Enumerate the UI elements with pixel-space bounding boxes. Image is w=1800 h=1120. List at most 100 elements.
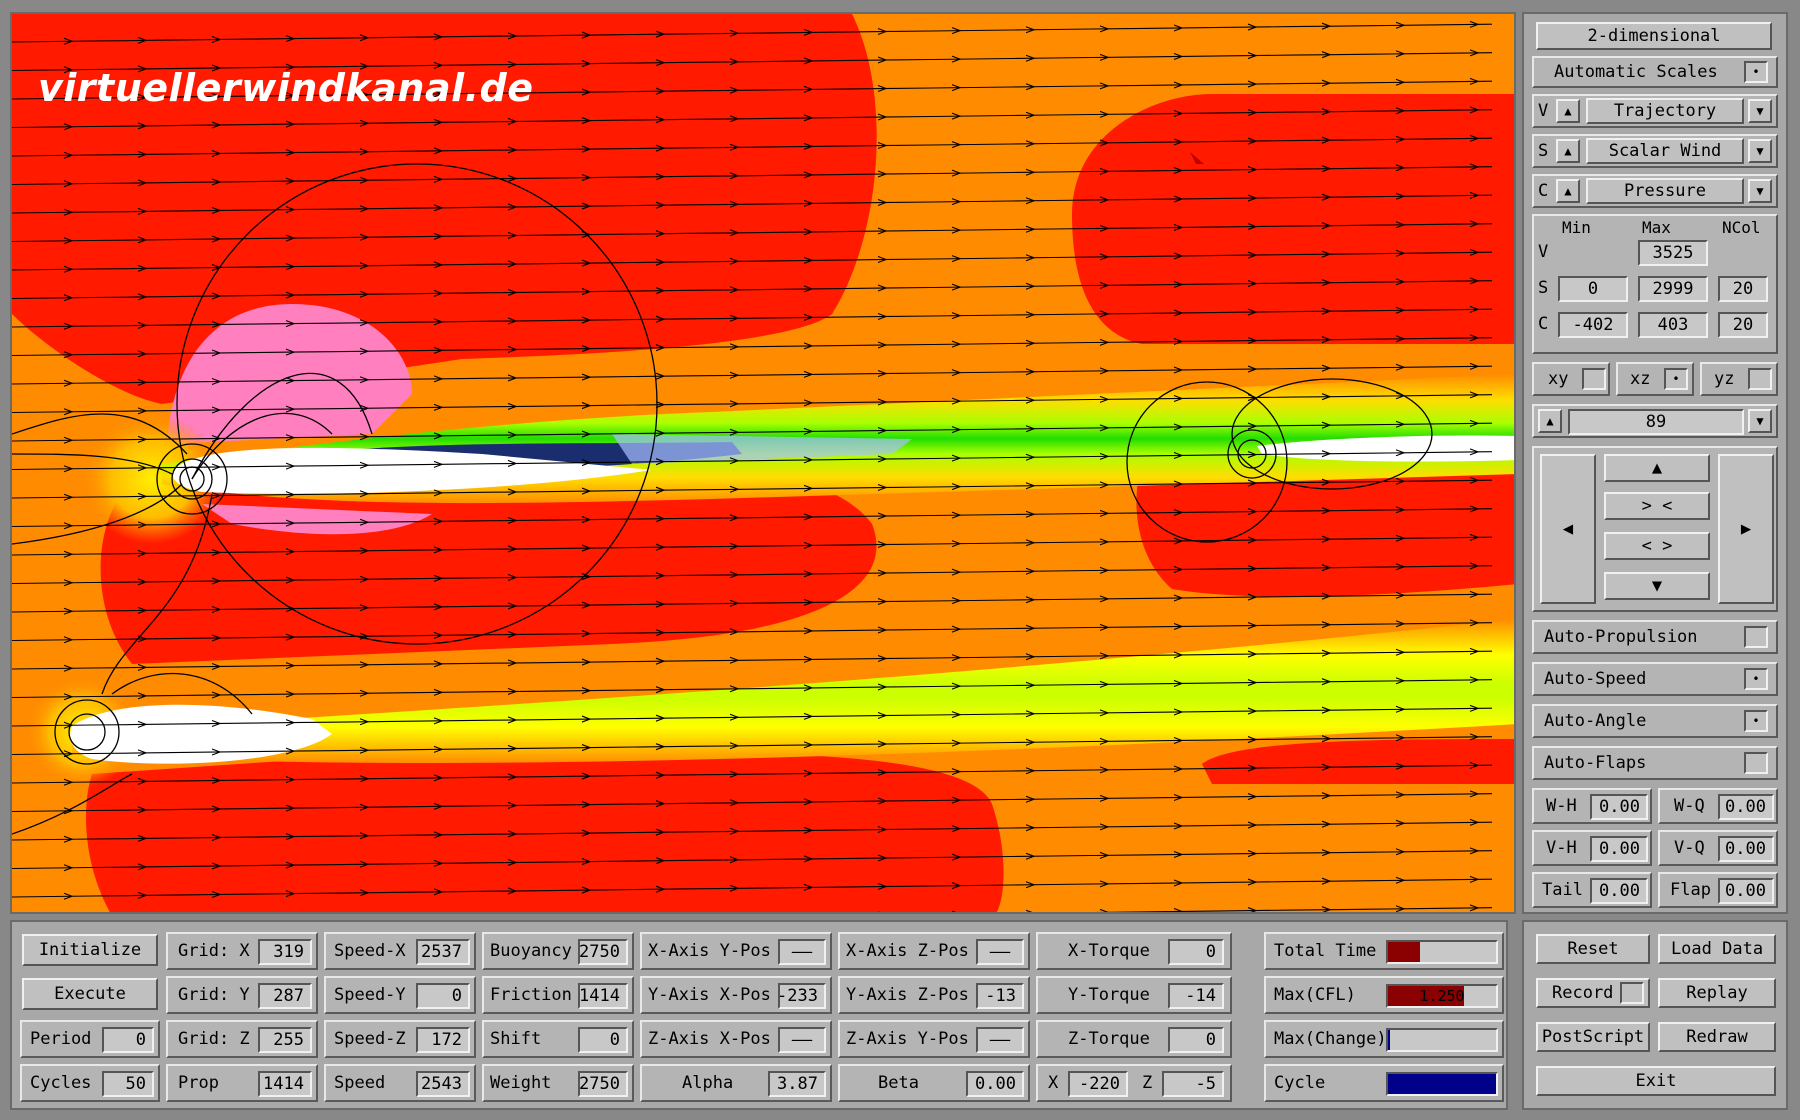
param-wq-field[interactable]: 0.00 (1718, 794, 1774, 820)
dimension-mode-button[interactable]: 2-dimensional (1536, 22, 1772, 50)
reset-button[interactable]: Reset (1536, 934, 1650, 964)
initialize-button[interactable]: Initialize (22, 934, 158, 966)
param-vh-field[interactable]: 0.00 (1590, 836, 1648, 862)
execute-button[interactable]: Execute (22, 978, 158, 1010)
param-flap-field[interactable]: 0.00 (1718, 878, 1774, 904)
slice-up-arrow-icon[interactable]: ▲ (1538, 409, 1562, 433)
z-axis-x-pos-label: Z-Axis X-Pos (648, 1029, 771, 1049)
buoyancy-field[interactable]: 2750 (578, 939, 628, 965)
speed-field[interactable]: 2543 (416, 1071, 470, 1097)
simulation-view[interactable]: virtuellerwindkanal.de (10, 12, 1516, 914)
pan-down-button[interactable]: ▼ (1604, 572, 1710, 600)
auto-propulsion-checkbox[interactable] (1744, 626, 1768, 648)
friction-field[interactable]: 1414 (578, 983, 628, 1009)
alpha-group: Alpha 3.87 (640, 1064, 832, 1102)
param-vq-field[interactable]: 0.00 (1718, 836, 1774, 862)
vector-mode-select[interactable]: Trajectory (1586, 98, 1744, 124)
replay-button[interactable]: Replay (1658, 978, 1776, 1008)
automatic-scales-checkbox[interactable]: • (1744, 61, 1768, 83)
vector-dropdown-arrow-icon[interactable]: ▼ (1748, 99, 1772, 123)
scalar-letter: S (1538, 141, 1549, 161)
beta-field[interactable]: 0.00 (966, 1071, 1024, 1097)
scalar-prev-arrow-icon[interactable]: ▲ (1556, 139, 1580, 163)
x-axis-y-pos-field[interactable]: —— (778, 939, 826, 965)
max-cfl-progress: 1.250 (1386, 984, 1498, 1008)
grid-y-group: Grid: Y 287 (166, 976, 318, 1014)
scalar-dropdown-arrow-icon[interactable]: ▼ (1748, 139, 1772, 163)
z-torque-field[interactable]: 0 (1168, 1027, 1224, 1053)
shift-field[interactable]: 0 (578, 1027, 628, 1053)
flow-field-plot (12, 14, 1514, 912)
postscript-button[interactable]: PostScript (1536, 1022, 1650, 1052)
z-axis-x-pos-field[interactable]: —— (778, 1027, 826, 1053)
scale-s-max-field[interactable]: 2999 (1638, 276, 1708, 302)
plane-xz-label: xz (1630, 369, 1651, 389)
scale-c-min-field[interactable]: -402 (1558, 312, 1628, 338)
x-position-field[interactable]: -220 (1068, 1071, 1128, 1097)
zoom-out-button[interactable]: < > (1604, 532, 1710, 560)
mouse-cursor-icon (1190, 152, 1204, 164)
scale-c-ncol-field[interactable]: 20 (1718, 312, 1768, 338)
max-change-group: Max(Change) (1264, 1020, 1504, 1058)
speed-x-group: Speed-X 2537 (324, 932, 476, 970)
grid-z-field[interactable]: 255 (258, 1027, 312, 1053)
red-region-right-top (1072, 94, 1514, 344)
slice-index-field[interactable]: 89 (1568, 409, 1744, 435)
scalar-mode-select[interactable]: Scalar Wind (1586, 138, 1744, 164)
scale-s-min-field[interactable]: 0 (1558, 276, 1628, 302)
auto-flaps-checkbox[interactable] (1744, 752, 1768, 774)
contour-dropdown-arrow-icon[interactable]: ▼ (1748, 179, 1772, 203)
y-axis-z-pos-field[interactable]: -13 (976, 983, 1024, 1009)
grid-y-field[interactable]: 287 (258, 983, 312, 1009)
auto-speed-checkbox[interactable]: • (1744, 668, 1768, 690)
scale-c-max-field[interactable]: 403 (1638, 312, 1708, 338)
scale-s-ncol-field[interactable]: 20 (1718, 276, 1768, 302)
alpha-field[interactable]: 3.87 (768, 1071, 826, 1097)
y-axis-x-pos-field[interactable]: -233 (777, 983, 826, 1009)
pan-up-button[interactable]: ▲ (1604, 454, 1710, 482)
period-label: Period (30, 1029, 92, 1049)
z-position-field[interactable]: -5 (1162, 1071, 1224, 1097)
auto-angle-checkbox[interactable]: • (1744, 710, 1768, 732)
grid-x-field[interactable]: 319 (258, 939, 312, 965)
vector-prev-arrow-icon[interactable]: ▲ (1556, 99, 1580, 123)
contour-mode-select[interactable]: Pressure (1586, 178, 1744, 204)
plane-xz-radio[interactable]: • (1664, 368, 1688, 390)
slice-down-arrow-icon[interactable]: ▼ (1748, 409, 1772, 433)
param-tail-field[interactable]: 0.00 (1590, 878, 1648, 904)
period-field[interactable]: 0 (102, 1027, 154, 1053)
param-wh-field[interactable]: 0.00 (1590, 794, 1648, 820)
pan-right-button[interactable]: ▶ (1718, 454, 1774, 604)
x-position-label: X (1048, 1073, 1059, 1093)
scale-v-max-field[interactable]: 3525 (1638, 240, 1708, 266)
record-button[interactable]: Record (1536, 978, 1650, 1008)
speed-z-field[interactable]: 172 (416, 1027, 470, 1053)
friction-group: Friction 1414 (482, 976, 634, 1014)
plane-xy-radio[interactable] (1582, 368, 1606, 390)
y-torque-field[interactable]: -14 (1168, 983, 1224, 1009)
contour-prev-arrow-icon[interactable]: ▲ (1556, 179, 1580, 203)
cycles-field[interactable]: 50 (102, 1071, 154, 1097)
cycles-group: Cycles 50 (20, 1064, 160, 1102)
plane-yz-radio[interactable] (1748, 368, 1772, 390)
pan-left-button[interactable]: ◀ (1540, 454, 1596, 604)
prop-field[interactable]: 1414 (258, 1071, 312, 1097)
speed-z-label: Speed-Z (334, 1029, 406, 1049)
z-axis-y-pos-label: Z-Axis Y-Pos (846, 1029, 969, 1049)
redraw-button[interactable]: Redraw (1658, 1022, 1776, 1052)
speed-y-label: Speed-Y (334, 985, 406, 1005)
weight-field[interactable]: 2750 (578, 1071, 628, 1097)
exit-button[interactable]: Exit (1536, 1066, 1776, 1096)
zoom-in-button[interactable]: > < (1604, 492, 1710, 520)
speed-y-field[interactable]: 0 (416, 983, 470, 1009)
x-axis-z-pos-field[interactable]: —— (976, 939, 1024, 965)
load-data-button[interactable]: Load Data (1658, 934, 1776, 964)
z-axis-y-pos-field[interactable]: —— (976, 1027, 1024, 1053)
record-checkbox[interactable] (1620, 982, 1644, 1004)
red-region-right-bottom (1202, 739, 1514, 784)
x-torque-field[interactable]: 0 (1168, 939, 1224, 965)
speed-x-label: Speed-X (334, 941, 406, 961)
speed-x-field[interactable]: 2537 (416, 939, 470, 965)
shift-group: Shift 0 (482, 1020, 634, 1058)
scale-s-letter: S (1538, 278, 1549, 298)
